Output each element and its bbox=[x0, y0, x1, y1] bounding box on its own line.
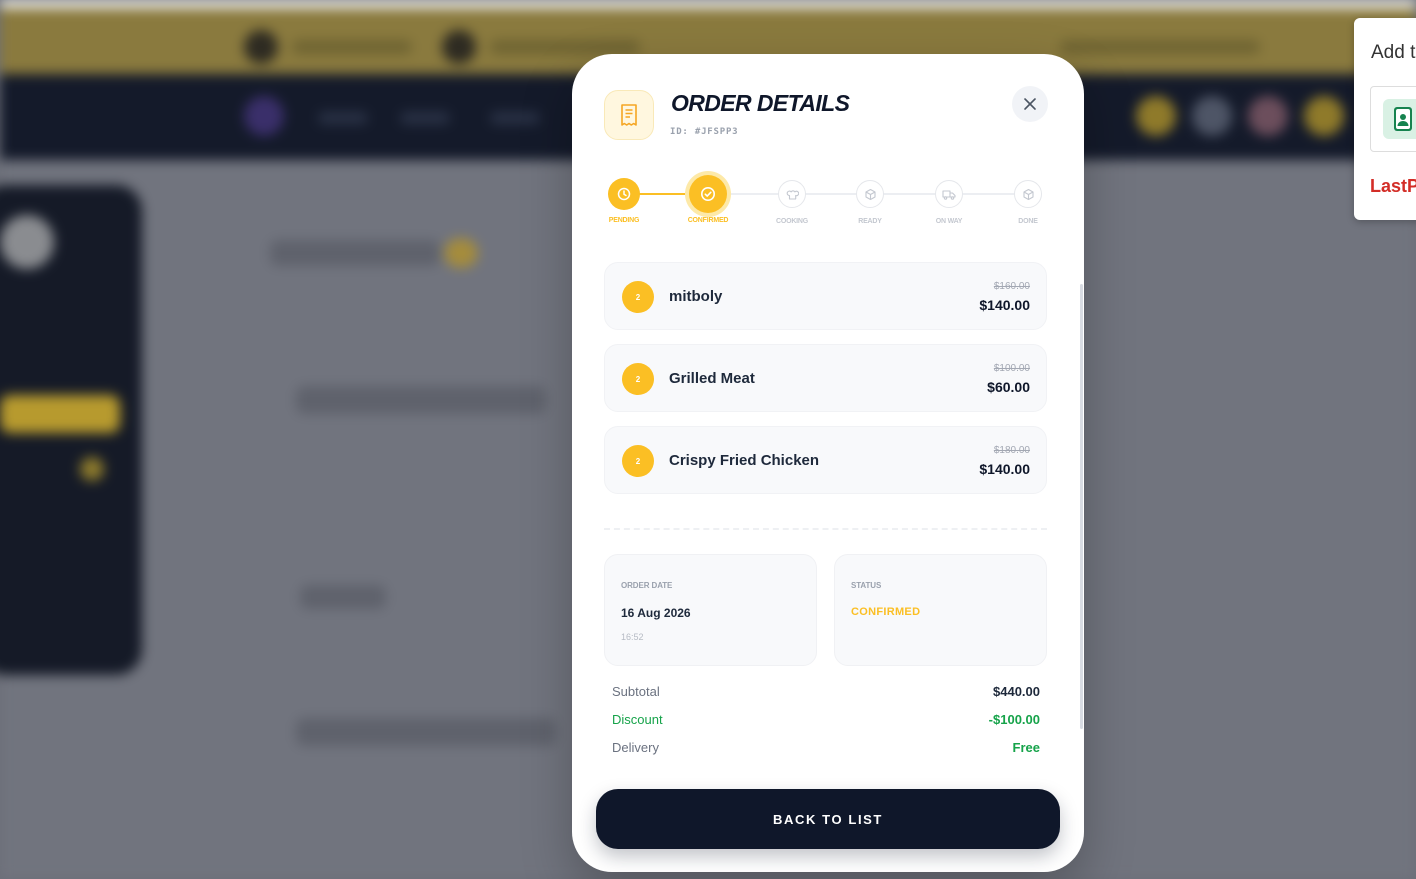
delivery-value: Free bbox=[1012, 740, 1040, 755]
order-item: 2 mitboly $160.00 $140.00 bbox=[604, 262, 1047, 330]
order-progress-stepper: PENDING CONFIRMED COOKING READY ON WAY D… bbox=[572, 174, 1084, 234]
order-item: 2 Crispy Fried Chicken $180.00 $140.00 bbox=[604, 426, 1047, 494]
order-id: ID: #JFSPP3 bbox=[670, 127, 739, 137]
order-date-value: 16 Aug 2026 bbox=[621, 606, 691, 620]
step-label: ON WAY bbox=[935, 218, 963, 225]
discount-value: -$100.00 bbox=[988, 712, 1040, 727]
step-ready: READY bbox=[830, 174, 910, 225]
item-original-price: $100.00 bbox=[993, 363, 1030, 374]
step-done: DONE bbox=[988, 174, 1068, 225]
close-icon bbox=[1024, 98, 1036, 110]
step-label: COOKING bbox=[775, 218, 809, 225]
item-name: Crispy Fried Chicken bbox=[669, 452, 820, 469]
item-original-price: $160.00 bbox=[993, 281, 1030, 292]
item-name: Grilled Meat bbox=[669, 370, 755, 387]
clock-icon bbox=[617, 187, 631, 201]
item-price: $140.00 bbox=[979, 461, 1030, 477]
bg-sidebar bbox=[0, 185, 142, 675]
subtotal-row: Subtotal $440.00 bbox=[612, 684, 1040, 704]
receipt-icon bbox=[604, 90, 654, 140]
extension-title: Add t bbox=[1371, 42, 1416, 63]
truck-icon bbox=[942, 189, 956, 200]
divider bbox=[604, 528, 1047, 530]
check-circle-icon bbox=[701, 187, 715, 201]
box-icon bbox=[864, 188, 876, 200]
bg-top-strip bbox=[0, 0, 1416, 8]
status-badge: CONFIRMED bbox=[851, 606, 921, 618]
step-on-way: ON WAY bbox=[909, 174, 989, 225]
extension-panel: Add t LastP bbox=[1354, 18, 1416, 220]
order-details-modal: ORDER DETAILS ID: #JFSPP3 PENDING CONFIR… bbox=[572, 54, 1084, 872]
order-time-value: 16:52 bbox=[621, 632, 644, 642]
subtotal-value: $440.00 bbox=[993, 684, 1040, 699]
item-quantity-badge: 2 bbox=[622, 363, 654, 395]
box-icon bbox=[1022, 188, 1034, 200]
order-item: 2 Grilled Meat $100.00 $60.00 bbox=[604, 344, 1047, 412]
delivery-row: Delivery Free bbox=[612, 740, 1040, 760]
step-label: PENDING bbox=[608, 217, 640, 224]
back-to-list-button[interactable]: BACK TO LIST bbox=[596, 789, 1060, 849]
contact-book-icon bbox=[1383, 99, 1416, 139]
step-confirmed: CONFIRMED bbox=[668, 174, 748, 224]
close-button[interactable] bbox=[1012, 86, 1048, 122]
step-cooking: COOKING bbox=[752, 174, 832, 225]
modal-title: ORDER DETAILS bbox=[671, 90, 850, 116]
discount-row: Discount -$100.00 bbox=[612, 712, 1040, 732]
discount-label: Discount bbox=[612, 712, 663, 727]
status-card: STATUS CONFIRMED bbox=[834, 554, 1047, 666]
item-original-price: $180.00 bbox=[993, 445, 1030, 456]
chef-hat-icon bbox=[786, 189, 799, 200]
modal-scrollbar[interactable] bbox=[1080, 284, 1083, 729]
status-label: STATUS bbox=[851, 581, 882, 590]
step-pending: PENDING bbox=[584, 174, 664, 224]
step-label: CONFIRMED bbox=[687, 217, 729, 224]
item-price: $60.00 bbox=[987, 379, 1030, 395]
extension-brand: LastP bbox=[1370, 176, 1416, 196]
delivery-label: Delivery bbox=[612, 740, 659, 755]
step-label: DONE bbox=[1018, 218, 1038, 225]
item-quantity-badge: 2 bbox=[622, 445, 654, 477]
order-date-label: ORDER DATE bbox=[621, 581, 673, 590]
step-label: READY bbox=[858, 218, 882, 225]
item-quantity-badge: 2 bbox=[622, 281, 654, 313]
subtotal-label: Subtotal bbox=[612, 684, 660, 699]
extension-contact-card[interactable] bbox=[1370, 86, 1416, 152]
order-date-card: ORDER DATE 16 Aug 2026 16:52 bbox=[604, 554, 817, 666]
item-price: $140.00 bbox=[979, 297, 1030, 313]
item-name: mitboly bbox=[669, 288, 723, 305]
